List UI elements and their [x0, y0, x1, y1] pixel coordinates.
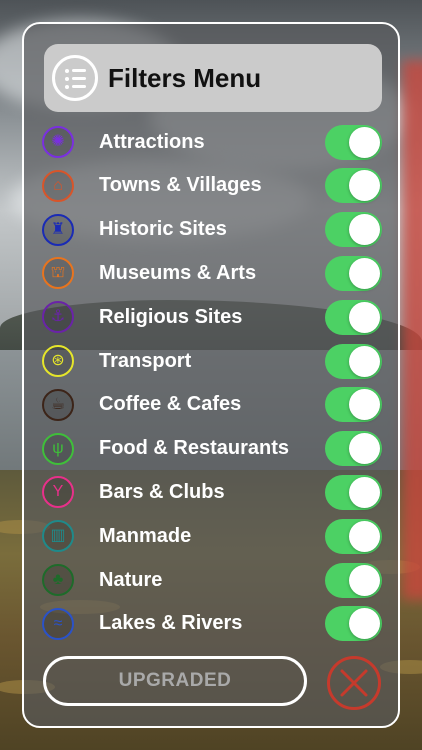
waves-icon: ≈ [42, 607, 74, 640]
fork-knife-icon: ψ [42, 432, 74, 465]
filter-toggle[interactable] [325, 212, 382, 248]
filter-toggle[interactable] [325, 255, 382, 291]
filter-label: Coffee & Cafes [99, 393, 242, 416]
filter-label: Religious Sites [99, 305, 243, 328]
filter-toggle[interactable] [325, 387, 382, 423]
filter-row: ♣ Nature [42, 560, 382, 600]
filter-toggle[interactable] [325, 518, 382, 554]
filter-toggle[interactable] [325, 606, 382, 642]
toggle-knob [349, 564, 380, 596]
filter-label: Museums & Arts [99, 261, 257, 284]
filter-row: ☕ Coffee & Cafes [42, 385, 382, 425]
filter-label: Historic Sites [99, 218, 227, 241]
filter-row: ✺ Attractions [42, 122, 382, 162]
buildings-icon: ▥ [42, 520, 74, 553]
menu-list-icon[interactable] [52, 55, 98, 101]
upgrade-button[interactable]: UPGRADED [43, 656, 307, 706]
tree-icon: ♣ [42, 564, 74, 596]
filter-row: ▥ Manmade [42, 516, 382, 556]
close-x-icon [340, 669, 368, 697]
cocktail-glass-icon: Y [42, 476, 74, 509]
toggle-knob [349, 608, 380, 640]
castle-tower-icon: ♜ [42, 213, 74, 246]
page-title: Filters Menu [108, 62, 262, 93]
filter-row: ⊛ Transport [42, 341, 382, 381]
toggle-knob [349, 170, 380, 202]
filter-row: Y Bars & Clubs [42, 472, 382, 512]
toggle-knob [349, 214, 380, 246]
filter-row: ≈ Lakes & Rivers [42, 604, 382, 644]
filter-toggle[interactable] [325, 343, 382, 379]
filter-row: ⌂ Towns & Villages [42, 166, 382, 206]
toggle-knob [349, 126, 380, 158]
toggle-knob [349, 345, 380, 377]
filter-row: ⛫ Museums & Arts [42, 253, 382, 293]
filter-label: Nature [99, 568, 163, 591]
star-burst-icon: ✺ [42, 126, 74, 158]
filter-label: Attractions [99, 130, 205, 153]
filter-label: Lakes & Rivers [99, 612, 243, 635]
toggle-knob [349, 520, 380, 552]
toggle-knob [349, 433, 380, 465]
toggle-knob [349, 257, 380, 289]
anchor-cross-icon: ⚓ [42, 301, 74, 334]
close-button[interactable] [327, 656, 381, 710]
filter-label: Towns & Villages [99, 174, 262, 197]
filter-label: Manmade [99, 524, 192, 547]
filter-row: ⚓ Religious Sites [42, 297, 382, 337]
filter-label: Bars & Clubs [99, 480, 225, 503]
filter-row: ♜ Historic Sites [42, 210, 382, 250]
toggle-knob [349, 389, 380, 421]
toggle-knob [349, 301, 380, 333]
filters-panel: Filters Menu ✺ Attractions ⌂ Towns & Villag… [22, 22, 400, 728]
toggle-knob [349, 476, 380, 508]
houses-icon: ⌂ [42, 169, 74, 202]
filters-header: Filters Menu [44, 44, 382, 112]
wheel-icon: ⊛ [42, 345, 74, 377]
filter-row: ψ Food & Restaurants [42, 429, 382, 469]
filter-toggle[interactable] [325, 124, 382, 160]
filter-toggle[interactable] [325, 562, 382, 598]
filter-label: Food & Restaurants [99, 437, 290, 460]
filter-toggle[interactable] [325, 299, 382, 335]
museum-icon: ⛫ [42, 257, 74, 290]
filter-label: Transport [99, 349, 192, 372]
filter-toggle[interactable] [325, 474, 382, 510]
filter-toggle[interactable] [325, 431, 382, 467]
filter-toggle[interactable] [325, 168, 382, 204]
coffee-cup-icon: ☕ [42, 388, 74, 421]
